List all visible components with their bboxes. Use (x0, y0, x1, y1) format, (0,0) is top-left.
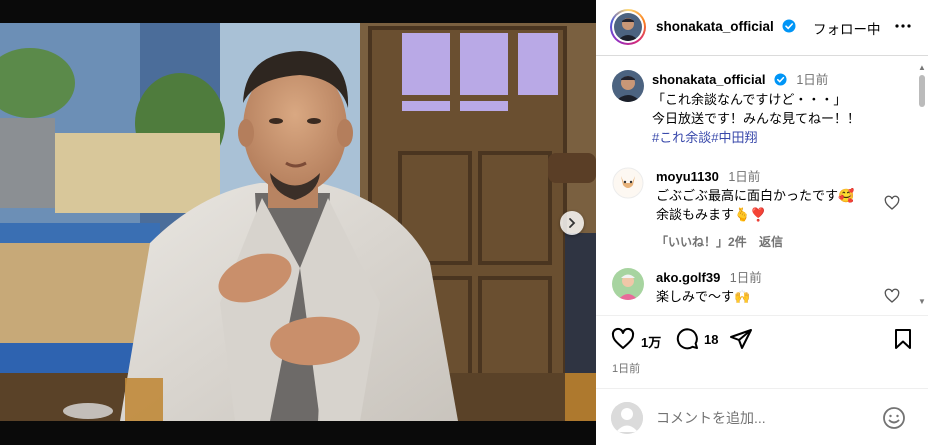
comment-like-button[interactable] (884, 195, 900, 216)
comment-text-line-1: 楽しみで〜す🙌 (656, 289, 751, 304)
verified-badge-icon (774, 73, 787, 86)
heart-outline-icon (884, 288, 900, 303)
paper-plane-icon (730, 329, 752, 349)
comments-list[interactable]: shonakata_official 1日前 「これ余談なんですけど・・・」 今… (596, 57, 928, 315)
comment-avatar[interactable] (612, 167, 644, 199)
add-comment-bar (596, 388, 928, 445)
comment-item: moyu1130 1日前 ごぶごぶ最高に面白かったです🥰 余談もみます🫰❣️ 「… (656, 166, 886, 250)
scroll-up-arrow-icon[interactable]: ▲ (918, 63, 926, 72)
like-button[interactable] (611, 327, 635, 356)
heart-outline-icon (611, 327, 635, 349)
default-user-icon (611, 402, 643, 434)
carousel-next-button[interactable] (560, 211, 584, 235)
post-caption: shonakata_official 1日前 「これ余談なんですけど・・・」 今… (652, 70, 912, 147)
comment-avatar[interactable] (612, 268, 644, 300)
post-date[interactable]: 1日前 (612, 360, 640, 376)
comment-time[interactable]: 1日前 (728, 170, 760, 184)
comment-item: ako.golf39 1日前 楽しみで〜す🙌 (656, 267, 886, 306)
more-options-button[interactable] (894, 17, 912, 40)
heart-outline-icon (884, 195, 900, 210)
smiley-face-icon (883, 407, 905, 429)
caption-avatar[interactable] (612, 70, 644, 102)
likes-count[interactable]: 1万 (641, 332, 661, 351)
caption-time[interactable]: 1日前 (796, 73, 828, 87)
header-username[interactable]: shonakata_official (656, 19, 796, 34)
avatar-image (614, 13, 642, 41)
comment-input[interactable] (656, 407, 866, 429)
comment-bubble-icon (676, 328, 698, 350)
comment-meta: 「いいね！」2件 返信 (656, 233, 886, 250)
comments-count[interactable]: 18 (704, 332, 718, 347)
post-photo-illustration (0, 23, 596, 421)
post-photo[interactable] (0, 23, 596, 421)
caption-line-1: 「これ余談なんですけど・・・」 (652, 92, 847, 107)
avatar[interactable] (614, 13, 642, 41)
reply-button[interactable]: 返信 (759, 235, 783, 249)
comment-like-button[interactable] (884, 288, 900, 309)
caption-hashtags[interactable]: #これ余談#中田翔 (652, 128, 912, 147)
avatar-image (612, 268, 644, 300)
comment-username[interactable]: ako.golf39 (656, 270, 720, 285)
following-button[interactable]: フォロー中 (813, 18, 881, 38)
chevron-right-icon (569, 218, 576, 228)
save-button[interactable] (891, 327, 915, 356)
post-side-panel: shonakata_official フォロー中 shonakata_offic… (596, 0, 928, 445)
comment-time[interactable]: 1日前 (730, 271, 762, 285)
scroll-down-arrow-icon[interactable]: ▼ (918, 297, 926, 306)
caption-line-2: 今日放送です！みんな見てねー！！ (652, 111, 861, 126)
post-actions-bar: 1万 18 1日前 (596, 315, 928, 387)
comment-text-line-1: ごぶごぶ最高に面白かったです🥰 (656, 188, 855, 203)
story-ring[interactable] (610, 9, 646, 45)
bookmark-icon (895, 329, 911, 349)
avatar-image (612, 70, 644, 102)
header-username-text[interactable]: shonakata_official (656, 19, 774, 34)
verified-badge-icon (782, 19, 796, 33)
comments-scrollbar[interactable] (919, 75, 925, 107)
emoji-button[interactable] (882, 406, 906, 435)
post-header: shonakata_official フォロー中 (596, 0, 928, 56)
more-horizontal-icon (895, 24, 911, 28)
current-user-avatar (611, 402, 643, 434)
comment-likes-count[interactable]: 「いいね！」2件 (656, 235, 747, 249)
comment-username[interactable]: moyu1130 (656, 169, 719, 184)
post-media-pane (0, 0, 596, 445)
share-button[interactable] (729, 327, 753, 356)
avatar-image (612, 167, 644, 199)
comment-button[interactable] (675, 327, 699, 356)
caption-username[interactable]: shonakata_official (652, 72, 765, 87)
comment-text-line-2: 余談もみます🫰❣️ (656, 207, 767, 222)
